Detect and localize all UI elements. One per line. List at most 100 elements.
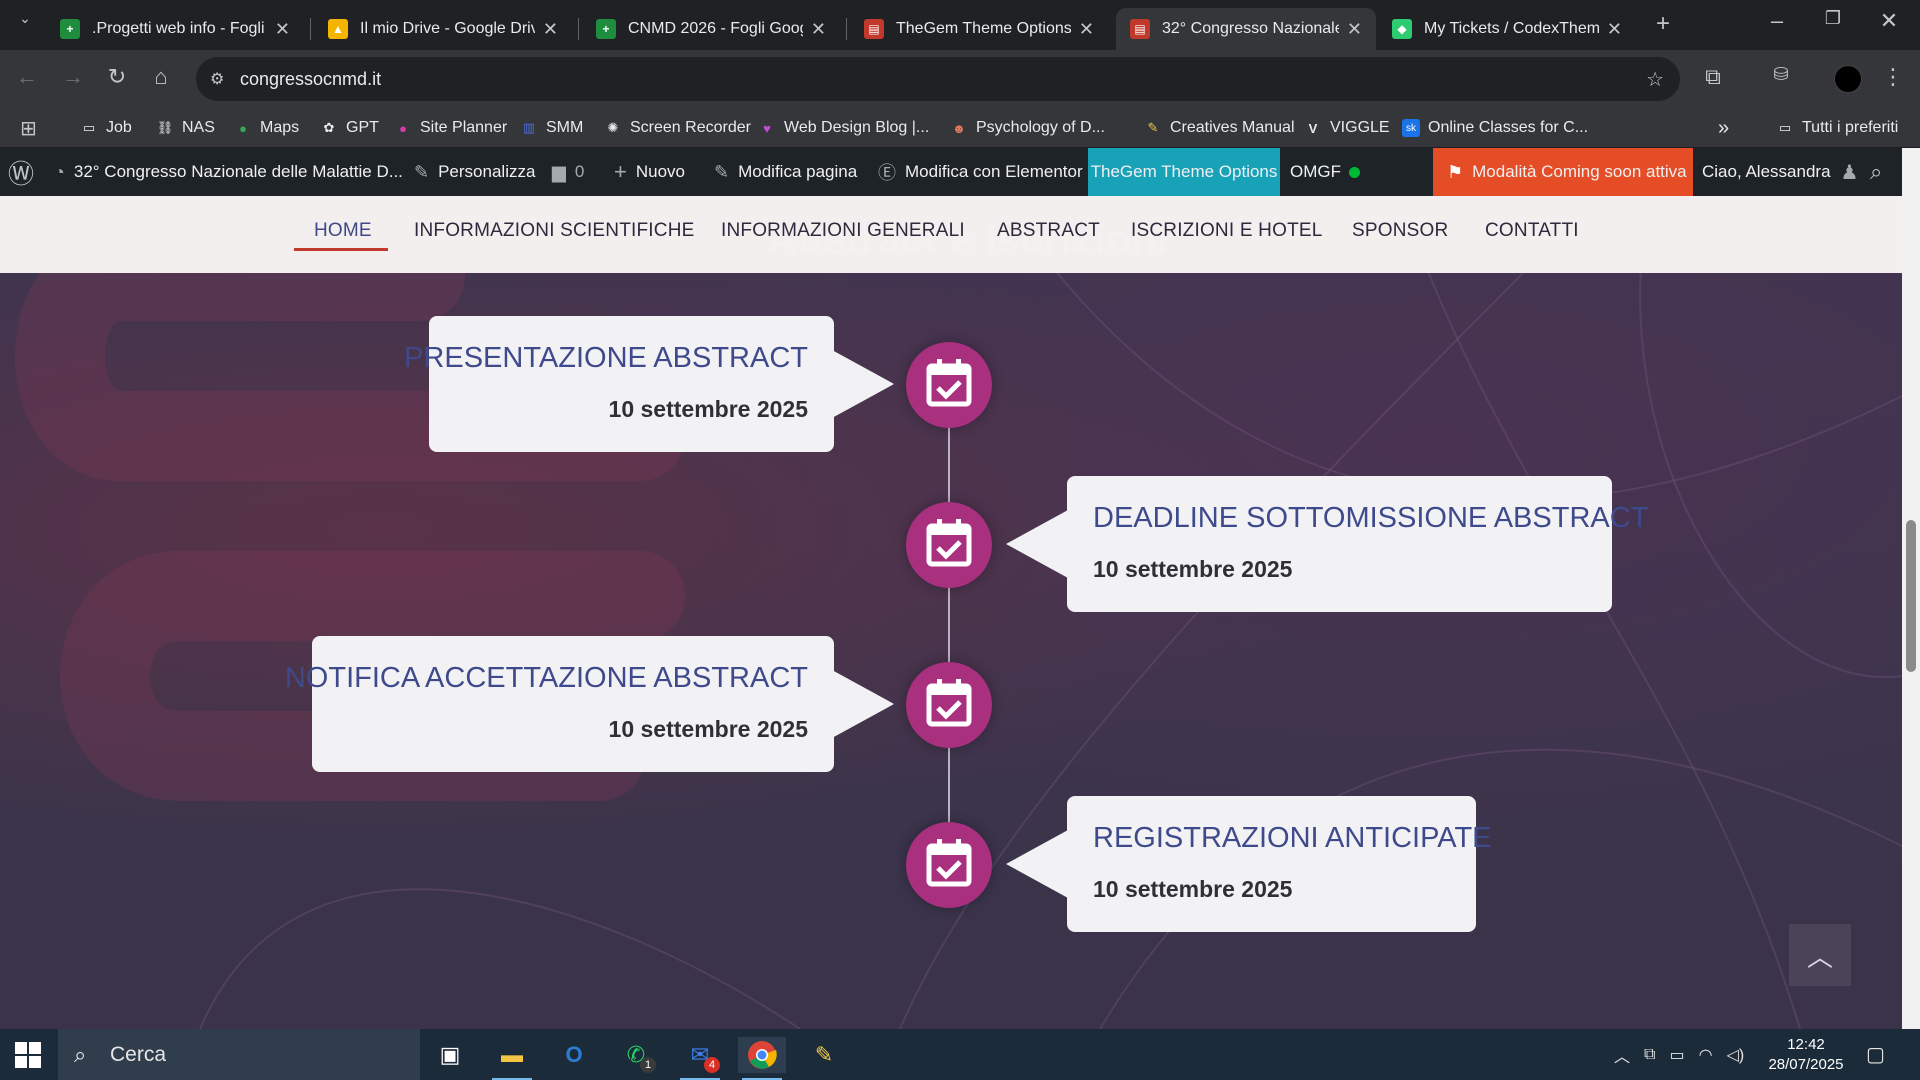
profile-avatar[interactable] [1834, 65, 1862, 93]
greeting-label: Ciao, Alessandra [1702, 162, 1831, 181]
home-icon[interactable]: ⌂ [146, 64, 176, 90]
bookmark-star-icon[interactable]: ☆ [1646, 67, 1664, 92]
bookmark-psychology[interactable]: ☻ Psychology of D... [950, 108, 1105, 148]
maximize-icon[interactable]: ❐ [1818, 8, 1848, 29]
wifi-icon[interactable]: ◠ [1699, 1045, 1713, 1065]
nas-icon: ⛓ [156, 120, 174, 135]
battery-icon[interactable]: ▭ [1669, 1045, 1684, 1065]
folder-icon: ▭ [1778, 120, 1792, 135]
bookmark-label: Tutti i preferiti [1802, 119, 1899, 136]
coming-soon-icon: ⚑ [1447, 161, 1464, 182]
outlook-icon[interactable]: O [550, 1037, 598, 1073]
notifications-icon[interactable]: ▢ [1866, 1029, 1885, 1080]
menu-abstract[interactable]: ABSTRACT [997, 220, 1100, 242]
meet-now-icon[interactable]: ⧉ [1644, 1046, 1655, 1064]
wp-omgf[interactable]: OMGF [1290, 148, 1360, 196]
paint-icon[interactable]: ✎ [800, 1037, 848, 1073]
apps-grid-icon[interactable]: ⊞ [20, 108, 37, 148]
minimize-icon[interactable]: – [1762, 8, 1792, 34]
kebab-menu-icon[interactable]: ⋮ [1878, 64, 1908, 90]
site-planner-icon: ● [399, 120, 407, 136]
web-design-blog-icon: ♥ [763, 120, 771, 136]
close-icon[interactable]: ✕ [543, 19, 558, 40]
bookmark-screen-recorder[interactable]: ✺ Screen Recorder [604, 108, 751, 148]
volume-icon[interactable]: ◁) [1727, 1045, 1745, 1065]
tab-congresso-active[interactable]: ▤ 32° Congresso Nazionale d ✕ [1116, 8, 1376, 50]
site-favicon-icon: ▤ [864, 19, 884, 39]
tab-divider [846, 18, 847, 40]
wp-edit-page[interactable]: ✎ Modifica pagina [714, 148, 857, 196]
menu-informazioni-scientifiche[interactable]: INFORMAZIONI SCIENTIFICHE [414, 220, 695, 242]
bookmark-label: Online Classes for C... [1428, 119, 1589, 136]
taskbar-search-box[interactable]: ⌕ Cerca [58, 1029, 420, 1080]
file-explorer-icon[interactable]: ▬ [488, 1037, 536, 1080]
whatsapp-icon[interactable]: ✆ 1 [612, 1037, 660, 1073]
wp-user-greeting[interactable]: Ciao, Alessandra ♟ [1702, 148, 1858, 196]
bookmark-smm[interactable]: ▥ SMM [520, 108, 583, 148]
tray-chevron-up-icon[interactable]: ︿ [1614, 1043, 1630, 1067]
new-tab-plus-icon[interactable]: + [1648, 10, 1678, 38]
page-scrollbar[interactable] [1902, 148, 1920, 1029]
wp-thegem-options[interactable]: TheGem Theme Options [1088, 148, 1280, 196]
tab-my-tickets[interactable]: ◆ My Tickets / CodexThemes ✕ [1378, 8, 1636, 50]
bookmark-site-planner[interactable]: ● Site Planner [394, 108, 507, 148]
timeline-title: REGISTRAZIONI ANTICIPATE [1093, 822, 1492, 854]
wp-comments[interactable]: ▆ 0 [552, 148, 584, 196]
bookmark-nas[interactable]: ⛓ NAS [156, 108, 215, 148]
menu-informazioni-generali[interactable]: INFORMAZIONI GENERALI [721, 220, 965, 242]
extensions-puzzle-icon[interactable]: ⧉ [1698, 64, 1728, 90]
menu-home[interactable]: HOME [314, 220, 372, 242]
wp-coming-soon[interactable]: ⚑ Modalità Coming soon attiva [1433, 148, 1693, 196]
forward-arrow-icon[interactable]: → [58, 64, 88, 90]
taskbar-clock[interactable]: 12:42 28/07/2025 [1764, 1035, 1848, 1075]
bookmark-web-design-blog[interactable]: ♥ Web Design Blog |... [758, 108, 929, 148]
menu-iscrizioni-hotel[interactable]: ISCRIZIONI E HOTEL [1131, 220, 1323, 242]
url-omnibox[interactable]: ⚙ congressocnmd.it ☆ [196, 57, 1680, 101]
scroll-to-top-button[interactable]: ︿ [1789, 924, 1851, 986]
url-text: congressocnmd.it [240, 68, 382, 89]
tab-cnmd-2026[interactable]: + CNMD 2026 - Fogli Google ✕ [582, 8, 840, 50]
incognito-icon[interactable]: ⛁ [1766, 64, 1796, 85]
tab-divider [310, 18, 311, 40]
bookmark-maps[interactable]: ● Maps [234, 108, 299, 148]
bookmark-label: Web Design Blog |... [784, 119, 930, 136]
close-icon[interactable]: ✕ [1607, 19, 1622, 40]
bookmark-gpt[interactable]: ✿ GPT [320, 108, 379, 148]
task-view-icon[interactable]: ▣ [426, 1037, 474, 1073]
menu-sponsor[interactable]: SPONSOR [1352, 220, 1448, 242]
reload-icon[interactable]: ↻ [102, 64, 132, 90]
tab-search-button[interactable]: ⌄ [10, 10, 40, 27]
close-icon[interactable]: ✕ [1347, 19, 1362, 40]
timeline-title: NOTIFICA ACCETTAZIONE ABSTRACT [284, 662, 808, 694]
windows-start-icon[interactable] [14, 1041, 42, 1069]
all-bookmarks-folder[interactable]: ▭ Tutti i preferiti [1776, 108, 1898, 148]
scrollbar-thumb[interactable] [1906, 520, 1916, 672]
bookmark-creatives-manual[interactable]: ✎ Creatives Manual [1144, 108, 1295, 148]
bookmark-online-classes[interactable]: sk Online Classes for C... [1402, 108, 1588, 148]
menu-contatti[interactable]: CONTATTI [1485, 220, 1579, 242]
tab-progetti-web[interactable]: + .Progetti web info - Fogli G ✕ [46, 8, 304, 50]
site-info-icon[interactable]: ⚙ [210, 69, 224, 89]
google-drive-icon: ▲ [328, 19, 348, 39]
chrome-icon[interactable] [738, 1037, 786, 1080]
thunderbird-icon[interactable]: ✉ 4 [676, 1037, 724, 1080]
wp-site-name[interactable]: ◔ 32° Congresso Nazionale delle Malattie … [54, 148, 403, 196]
edit-page-label: Modifica pagina [738, 162, 858, 181]
tab-google-drive[interactable]: ▲ Il mio Drive - Google Drive ✕ [314, 8, 572, 50]
tab-thegem-options[interactable]: ▤ TheGem Theme Options ✕ [850, 8, 1108, 50]
close-window-icon[interactable]: ✕ [1874, 8, 1904, 34]
wp-edit-elementor[interactable]: Ⓔ Modifica con Elementor [878, 148, 1083, 196]
wp-search-icon[interactable]: ⌕ [1870, 148, 1882, 196]
wp-new[interactable]: + Nuovo [614, 148, 685, 196]
more-bookmarks-chevron-icon[interactable]: » [1718, 108, 1729, 148]
back-arrow-icon[interactable]: ← [12, 64, 42, 90]
elementor-icon: Ⓔ [878, 163, 896, 183]
close-icon[interactable]: ✕ [275, 19, 290, 40]
bookmark-viggle[interactable]: V VIGGLE [1304, 108, 1390, 148]
bookmark-label: Screen Recorder [630, 119, 751, 136]
close-icon[interactable]: ✕ [811, 19, 826, 40]
wordpress-logo-icon[interactable]: Ⓦ [8, 148, 34, 196]
wp-customize[interactable]: ✎ Personalizza [414, 148, 535, 196]
bookmark-job[interactable]: ▭ Job [80, 108, 132, 148]
close-icon[interactable]: ✕ [1079, 19, 1094, 40]
